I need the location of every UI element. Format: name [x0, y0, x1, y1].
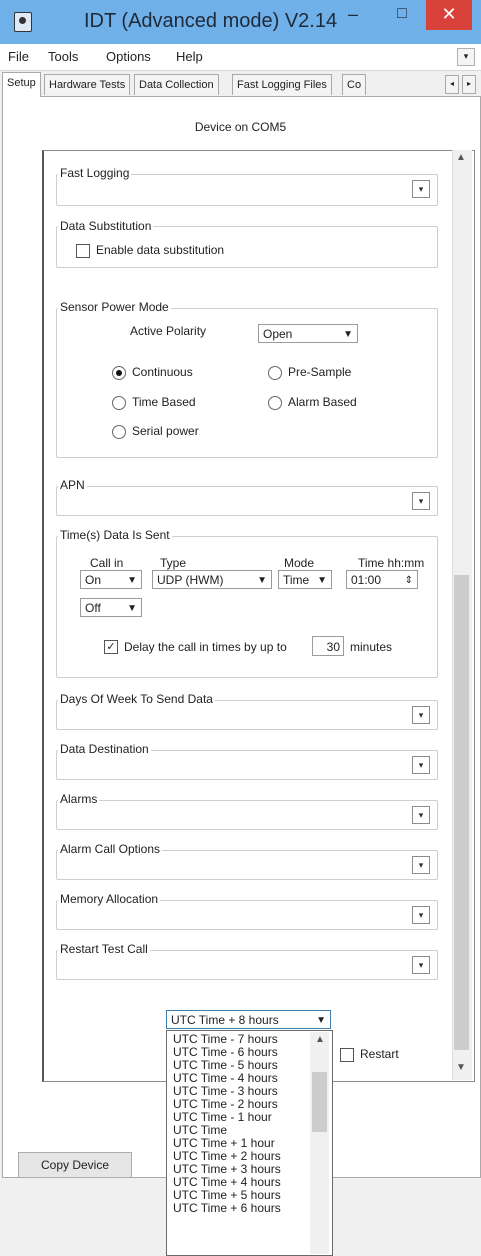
time-based-radio[interactable] [112, 396, 126, 410]
dropdown-scroll-thumb[interactable] [312, 1072, 327, 1132]
mode-value: Time [283, 573, 310, 587]
minimize-button[interactable]: – [334, 0, 372, 30]
serial-power-radio[interactable] [112, 425, 126, 439]
type-header: Type [160, 556, 187, 570]
tab-fast-logging-files[interactable]: Fast Logging Files [232, 74, 332, 95]
delay-label-pre: Delay the call in times by up to [124, 640, 287, 654]
fast-logging-expand-icon[interactable]: ▾ [412, 180, 430, 198]
timezone-value: UTC Time + 8 hours [171, 1013, 279, 1027]
alarm-based-label: Alarm Based [288, 395, 357, 409]
menu-help[interactable]: Help [176, 49, 203, 64]
fast-logging-title: Fast Logging [58, 166, 132, 180]
days-expand-icon[interactable]: ▾ [412, 706, 430, 724]
delay-label-post: minutes [350, 640, 393, 654]
alarm-call-title: Alarm Call Options [58, 842, 163, 856]
serial-power-label: Serial power [132, 424, 199, 438]
restart-label: Restart [360, 1047, 399, 1061]
delay-checkbox[interactable]: ✓ [104, 640, 118, 654]
menu-bar: File Tools Options Help ▾ [0, 44, 481, 71]
device-label: Device on COM5 [194, 120, 287, 134]
tab-co[interactable]: Co [342, 74, 367, 95]
settings-scroll-thumb[interactable] [454, 575, 469, 1050]
enable-data-substitution-label: Enable data substitution [96, 243, 225, 257]
destination-title: Data Destination [58, 742, 151, 756]
timezone-dropdown-list: UTC Time - 7 hours UTC Time - 6 hours UT… [166, 1030, 333, 1256]
time-based-label: Time Based [132, 395, 196, 409]
chevron-down-icon: ▼ [257, 575, 267, 586]
continuous-label: Continuous [132, 365, 193, 379]
dropdown-scrollbar[interactable] [310, 1032, 329, 1254]
menu-overflow-icon[interactable]: ▾ [457, 48, 475, 66]
tab-data-collection[interactable]: Data Collection [134, 74, 219, 95]
dropdown-scroll-up-icon[interactable]: ▲ [315, 1034, 325, 1045]
time-value: 01:00 [351, 573, 382, 587]
chevron-down-icon: ▼ [317, 575, 327, 586]
pre-sample-radio[interactable] [268, 366, 282, 380]
spinner-icon[interactable]: ⇕ [405, 571, 413, 590]
timezone-select[interactable]: UTC Time + 8 hours ▼ [166, 1010, 331, 1029]
active-polarity-select[interactable]: Open ▼ [258, 324, 358, 343]
chevron-down-icon: ▼ [127, 575, 137, 586]
call-in-value-2: Off [85, 601, 101, 615]
time-header: Time hh:mm [358, 556, 425, 570]
tab-hardware-tests[interactable]: Hardware Tests [44, 74, 131, 95]
delay-minutes-input[interactable]: 30 [312, 636, 344, 656]
copy-device-button[interactable]: Copy Device [18, 1152, 132, 1178]
mode-select[interactable]: Time ▼ [278, 570, 332, 589]
tab-bar: Setup Hardware Tests Data Collection Fas… [0, 72, 481, 97]
restart-test-expand-icon[interactable]: ▾ [412, 956, 430, 974]
memory-expand-icon[interactable]: ▾ [412, 906, 430, 924]
data-substitution-title: Data Substitution [58, 219, 154, 233]
alarms-expand-icon[interactable]: ▾ [412, 806, 430, 824]
close-button[interactable]: ✕ [426, 0, 472, 30]
tab-scroll-left-icon[interactable]: ◂ [445, 75, 459, 94]
destination-expand-icon[interactable]: ▾ [412, 756, 430, 774]
call-in-header: Call in [90, 556, 124, 570]
continuous-radio[interactable] [112, 366, 126, 380]
menu-file[interactable]: File [8, 49, 29, 64]
memory-title: Memory Allocation [58, 892, 161, 906]
call-in-value-1: On [85, 573, 102, 587]
chevron-down-icon: ▼ [127, 603, 137, 614]
tab-scroll-right-icon[interactable]: ▸ [462, 75, 476, 94]
alarm-call-expand-icon[interactable]: ▾ [412, 856, 430, 874]
call-in-select-2[interactable]: Off ▼ [80, 598, 142, 617]
active-polarity-value: Open [263, 327, 293, 341]
scroll-up-icon[interactable]: ▲ [456, 152, 466, 163]
app-icon[interactable] [14, 12, 32, 32]
window-title: IDT (Advanced mode) V2.14 [84, 10, 338, 32]
maximize-button[interactable]: □ [383, 0, 421, 30]
tab-setup[interactable]: Setup [2, 72, 41, 97]
time-stepper[interactable]: 01:00 ⇕ [346, 570, 418, 589]
chevron-down-icon: ▼ [343, 329, 353, 340]
sensor-power-title: Sensor Power Mode [58, 300, 171, 314]
enable-data-substitution-checkbox[interactable] [76, 244, 90, 258]
call-in-select-1[interactable]: On ▼ [80, 570, 142, 589]
chevron-down-icon: ▼ [316, 1015, 326, 1026]
menu-options[interactable]: Options [106, 49, 151, 64]
scroll-down-icon[interactable]: ▼ [456, 1062, 466, 1073]
timezone-option[interactable]: UTC Time + 6 hours [173, 1202, 281, 1215]
apn-title: APN [58, 478, 87, 492]
alarms-title: Alarms [58, 792, 100, 806]
active-polarity-label: Active Polarity [130, 324, 207, 338]
restart-checkbox[interactable] [340, 1048, 354, 1062]
mode-header: Mode [284, 556, 315, 570]
times-sent-title: Time(s) Data Is Sent [58, 528, 172, 542]
type-value: UDP (HWM) [157, 573, 224, 587]
alarms-group [56, 800, 438, 830]
restart-test-title: Restart Test Call [58, 942, 150, 956]
apn-expand-icon[interactable]: ▾ [412, 492, 430, 510]
pre-sample-label: Pre-Sample [288, 365, 352, 379]
apn-group [56, 486, 438, 516]
alarm-based-radio[interactable] [268, 396, 282, 410]
menu-tools[interactable]: Tools [48, 49, 78, 64]
days-title: Days Of Week To Send Data [58, 692, 215, 706]
type-select[interactable]: UDP (HWM) ▼ [152, 570, 272, 589]
